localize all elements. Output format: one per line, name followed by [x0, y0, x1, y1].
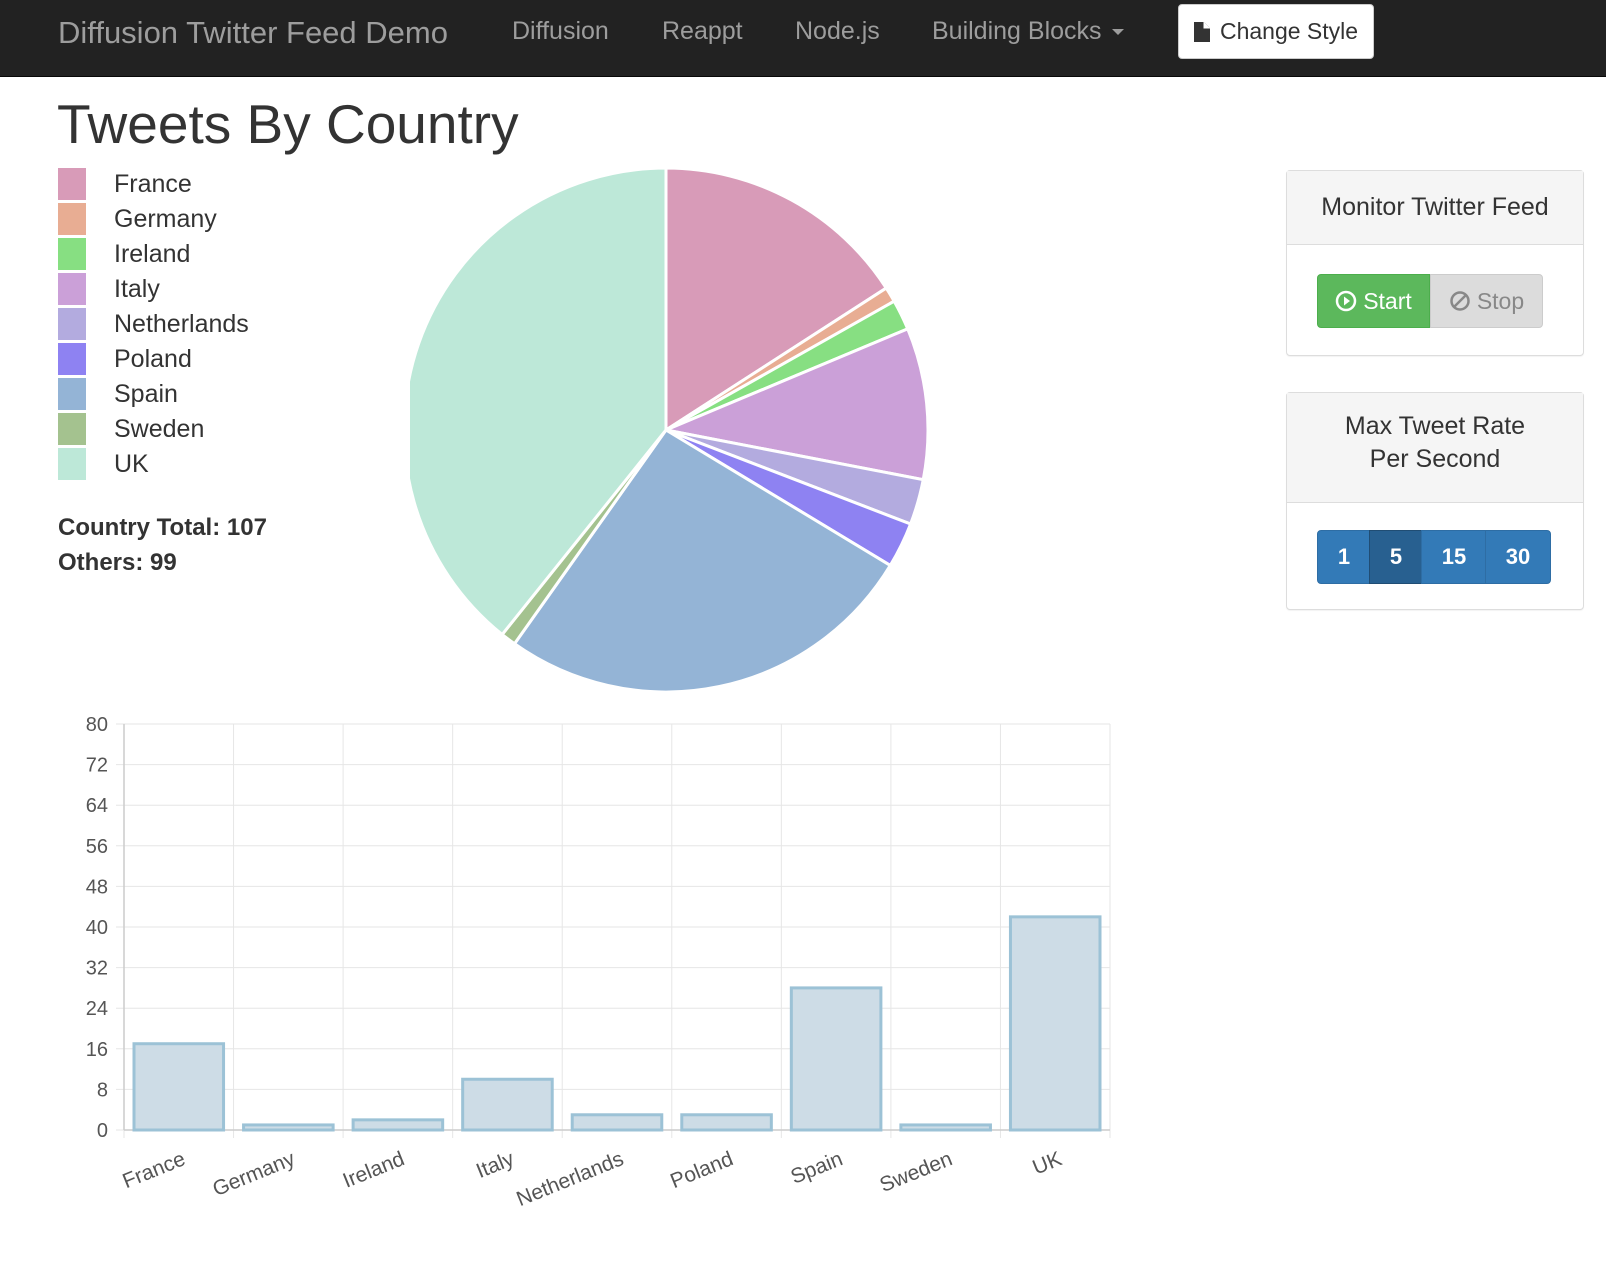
bar-ireland: [351, 1118, 445, 1132]
y-tick-label: 40: [86, 917, 108, 939]
ban-icon: [1450, 291, 1470, 311]
legend-item-spain: Spain: [58, 378, 318, 410]
change-style-button[interactable]: Change Style: [1178, 4, 1374, 59]
bar-germany: [242, 1123, 335, 1132]
navbar: Diffusion Twitter Feed Demo Diffusion Re…: [0, 0, 1606, 77]
caret-down-icon: [1111, 29, 1124, 36]
bar-netherlands: [570, 1113, 664, 1132]
legend-swatch: [58, 203, 86, 235]
x-tick-label: Sweden: [877, 1147, 956, 1197]
y-tick-label: 8: [97, 1079, 108, 1101]
legend-label: Ireland: [114, 240, 191, 268]
y-tick-label: 0: [97, 1120, 108, 1142]
x-tick-label: Ireland: [340, 1147, 408, 1192]
legend-swatch: [58, 308, 86, 340]
nav-dropdown-label: Building Blocks: [932, 17, 1102, 45]
legend-item-poland: Poland: [58, 343, 318, 375]
nav-dropdown-building-blocks[interactable]: Building Blocks: [932, 15, 1124, 47]
bar-poland: [680, 1113, 773, 1132]
legend-label: France: [114, 170, 192, 198]
bar-spain: [789, 986, 883, 1132]
bar-chart: 0 8 16 24 32 40 48 56 64 72 80 France Germany Ireland…: [86, 714, 1111, 1211]
legend-label: Germany: [114, 205, 217, 233]
page-title: Tweets By Country: [57, 93, 519, 155]
rate-panel-title-line2: Per Second: [1369, 445, 1501, 473]
x-tick-label: Italy: [473, 1147, 518, 1183]
x-tick-label: Germany: [210, 1147, 299, 1201]
legend-swatch: [58, 273, 86, 305]
y-tick-label: 24: [86, 998, 108, 1020]
legend-label: Netherlands: [114, 310, 249, 338]
legend-swatch: [58, 378, 86, 410]
stop-label: Stop: [1476, 287, 1525, 314]
x-tick-label: Spain: [788, 1147, 846, 1188]
rate-option-1[interactable]: 1: [1317, 530, 1371, 584]
x-tick-label: France: [119, 1147, 188, 1193]
legend-item-uk: UK: [58, 448, 318, 480]
legend-item-france: France: [58, 168, 318, 200]
change-style-label: Change Style: [1219, 18, 1359, 44]
rate-panel-title-line1: Max Tweet Rate: [1344, 412, 1526, 440]
bar-sweden: [899, 1123, 992, 1132]
y-tick-label: 80: [86, 714, 108, 736]
legend-item-italy: Italy: [58, 273, 318, 305]
bar-france: [132, 1042, 226, 1132]
x-tick-label: Netherlands: [513, 1147, 627, 1211]
legend-swatch: [58, 238, 86, 270]
start-label: Start: [1363, 287, 1412, 314]
bar-italy: [461, 1077, 554, 1132]
legend-label: Poland: [114, 345, 192, 373]
legend-label: Italy: [114, 275, 160, 303]
y-tick-label: 16: [86, 1039, 108, 1061]
legend-item-netherlands: Netherlands: [58, 308, 318, 340]
legend-swatch: [58, 168, 86, 200]
legend-item-germany: Germany: [58, 203, 318, 235]
x-tick-label: UK: [1029, 1147, 1065, 1179]
y-tick-label: 48: [86, 876, 108, 898]
nav-link-diffusion[interactable]: Diffusion: [512, 15, 609, 47]
nav-link-reappt[interactable]: Reappt: [662, 15, 743, 47]
play-circle-icon: [1335, 290, 1357, 312]
y-tick-label: 64: [86, 795, 108, 817]
legend-swatch: [58, 343, 86, 375]
rate-option-30[interactable]: 30: [1485, 530, 1551, 584]
legend-item-ireland: Ireland: [58, 238, 318, 270]
legend-label: UK: [114, 450, 149, 478]
rate-option-15[interactable]: 15: [1421, 530, 1487, 584]
legend-label: Sweden: [114, 415, 205, 443]
start-button[interactable]: Start: [1317, 274, 1430, 328]
monitor-panel-title: Monitor Twitter Feed: [1287, 171, 1583, 245]
x-tick-label: Poland: [667, 1147, 736, 1193]
country-total: Country Total: 107: [58, 514, 267, 541]
rate-panel-title: Max Tweet Rate Per Second: [1287, 393, 1583, 503]
others-count: Others: 99: [58, 549, 177, 576]
y-tick-label: 32: [86, 958, 108, 980]
bar-uk: [1008, 915, 1102, 1132]
rate-panel: Max Tweet Rate Per Second 1 5 15 30: [1286, 392, 1584, 610]
stop-button[interactable]: Stop: [1430, 274, 1543, 328]
legend-swatch: [58, 413, 86, 445]
y-tick-label: 56: [86, 836, 108, 858]
nav-link-nodejs[interactable]: Node.js: [795, 15, 880, 47]
legend-item-sweden: Sweden: [58, 413, 318, 445]
brand-title[interactable]: Diffusion Twitter Feed Demo: [58, 14, 448, 52]
legend-swatch: [58, 448, 86, 480]
file-icon: [1193, 21, 1210, 42]
monitor-panel: Monitor Twitter Feed Start Stop: [1286, 170, 1584, 356]
rate-option-5[interactable]: 5: [1369, 530, 1423, 584]
y-tick-label: 72: [86, 755, 108, 777]
legend-label: Spain: [114, 380, 178, 408]
pie-chart: [410, 168, 930, 694]
